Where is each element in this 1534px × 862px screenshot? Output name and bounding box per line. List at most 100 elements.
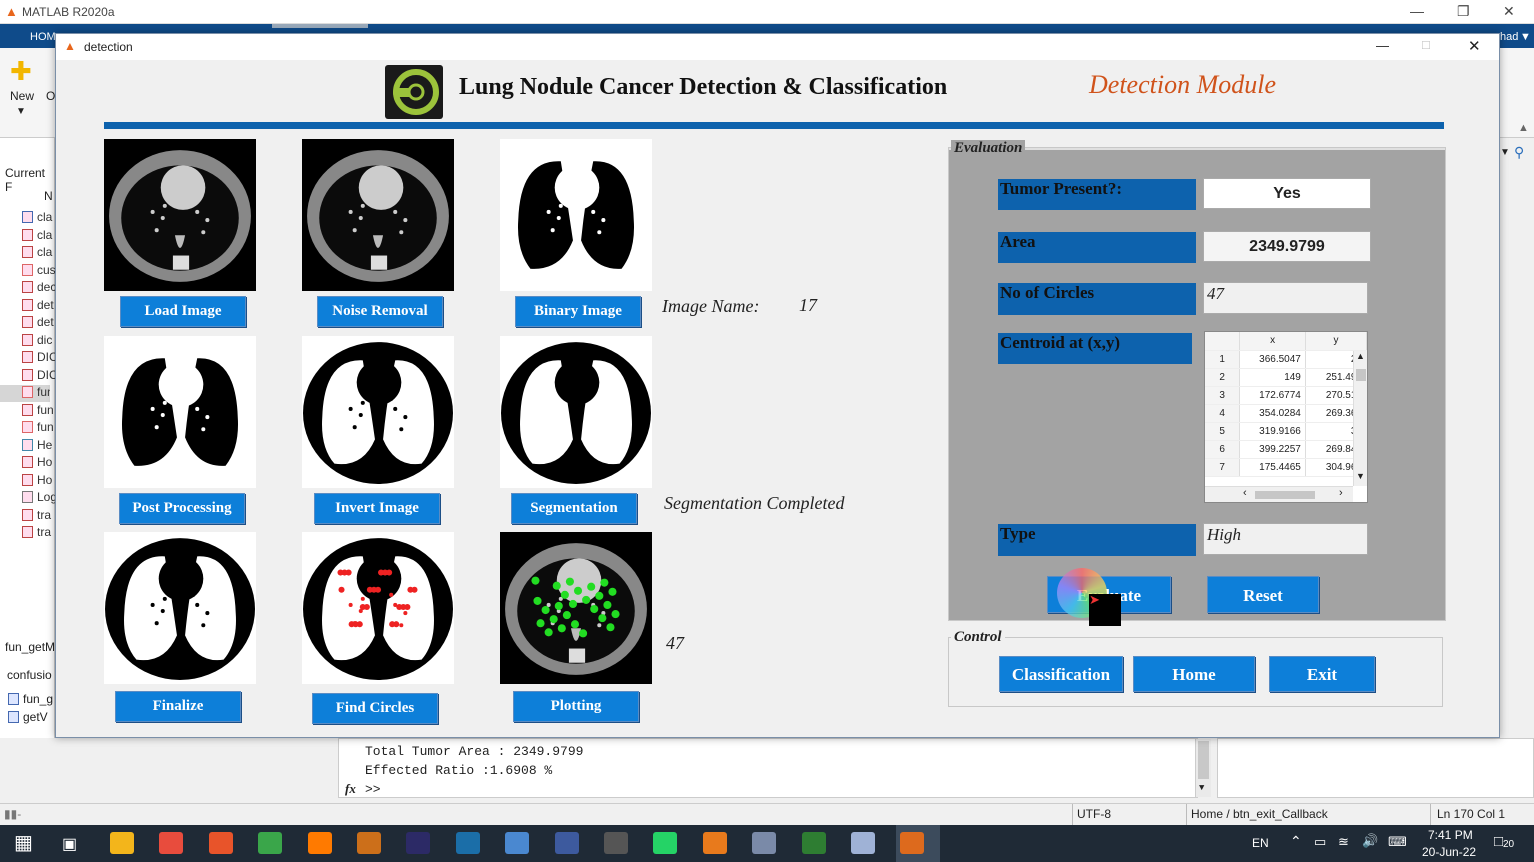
- file-name: dec: [37, 280, 57, 294]
- firefox-icon[interactable]: [307, 832, 332, 854]
- new-dropdown-icon[interactable]: ▼: [16, 106, 26, 117]
- minimize-icon[interactable]: —: [1410, 3, 1424, 19]
- scroll-left-icon[interactable]: ‹: [1243, 487, 1247, 499]
- keyboard-icon[interactable]: ⌨: [1388, 834, 1407, 850]
- table-row[interactable]: 6 399.2257 269.844: [1205, 440, 1367, 459]
- details-tab[interactable]: fun_getM: [5, 640, 55, 654]
- exit-button[interactable]: Exit: [1269, 656, 1375, 692]
- open-button[interactable]: O: [46, 89, 55, 103]
- command-prompt[interactable]: >>: [365, 782, 381, 797]
- cell-x[interactable]: 366.5047: [1239, 350, 1306, 369]
- scroll-thumb[interactable]: [1198, 741, 1209, 779]
- devcpp-icon[interactable]: [554, 832, 579, 854]
- noise-removal-button[interactable]: Noise Removal: [317, 296, 443, 327]
- battery-icon[interactable]: ▭: [1314, 834, 1326, 850]
- matlab-taskbar-icon[interactable]: [702, 832, 727, 854]
- restore-icon[interactable]: ❐: [1457, 3, 1470, 20]
- file-icon: [22, 473, 33, 486]
- media-icon[interactable]: [604, 832, 628, 854]
- premiere-icon[interactable]: [406, 832, 431, 854]
- type-value[interactable]: High: [1203, 523, 1368, 555]
- centroid-table[interactable]: x y 1366.5047292149251.4933172.6774270.5…: [1204, 331, 1368, 503]
- home-button[interactable]: Home: [1133, 656, 1255, 692]
- load-image-button[interactable]: Load Image: [120, 296, 246, 327]
- find-circles-button[interactable]: Find Circles: [312, 693, 438, 724]
- app-icon[interactable]: [752, 832, 777, 854]
- file-explorer-icon[interactable]: [110, 832, 134, 854]
- cell-x[interactable]: 354.0284: [1239, 404, 1306, 423]
- cell-x[interactable]: 319.9166: [1239, 422, 1306, 441]
- table-horizontal-scrollbar[interactable]: ‹ ›: [1205, 486, 1353, 502]
- tumor-present-value[interactable]: Yes: [1203, 178, 1371, 209]
- classification-button[interactable]: Classification: [999, 656, 1123, 692]
- user-dropdown-icon[interactable]: ▼: [1520, 31, 1531, 43]
- path-dropdown-icon[interactable]: ▼: [1500, 147, 1510, 158]
- reset-button[interactable]: Reset: [1207, 576, 1319, 613]
- scroll-down-icon[interactable]: ▼: [1356, 471, 1365, 481]
- matlab-logo-icon: ▲: [5, 4, 18, 19]
- binary-image-button[interactable]: Binary Image: [515, 296, 641, 327]
- notification-icon[interactable]: □: [1494, 833, 1503, 850]
- table-row[interactable]: 1366.504729: [1205, 350, 1367, 369]
- table-row[interactable]: 4 354.0284 269.369: [1205, 404, 1367, 423]
- cell-x[interactable]: 172.6774: [1239, 386, 1306, 405]
- language-indicator[interactable]: EN: [1252, 836, 1269, 850]
- load-image-axes: [104, 139, 256, 291]
- search-icon[interactable]: ⚲: [1514, 144, 1524, 161]
- table-row[interactable]: 2 149 251.493: [1205, 368, 1367, 387]
- whatsapp-icon[interactable]: [653, 832, 678, 854]
- cell-x[interactable]: 175.4465: [1239, 458, 1306, 477]
- control-title: Control: [951, 629, 1005, 646]
- clock-time[interactable]: 7:41 PM: [1428, 828, 1473, 842]
- file-item[interactable]: fun: [0, 385, 50, 402]
- plotting-button[interactable]: Plotting: [513, 691, 639, 722]
- cell-x[interactable]: 149: [1239, 368, 1306, 387]
- new-plus-icon[interactable]: ✚: [10, 56, 32, 87]
- tab-home[interactable]: HOM: [30, 31, 56, 43]
- notepad-icon[interactable]: [851, 832, 875, 854]
- figure-maximize-icon[interactable]: □: [1422, 37, 1430, 52]
- column-header-y[interactable]: y: [1305, 332, 1367, 351]
- workspace-item[interactable]: getV: [8, 710, 48, 724]
- column-header-x[interactable]: x: [1239, 332, 1306, 351]
- circles-value[interactable]: 47: [1203, 282, 1368, 314]
- illustrator-icon[interactable]: [357, 832, 381, 854]
- cell-x[interactable]: 399.2257: [1239, 440, 1306, 459]
- scroll-down-icon[interactable]: ▼: [1199, 783, 1204, 793]
- volume-icon[interactable]: 🔊: [1362, 833, 1378, 849]
- tray-chevron-icon[interactable]: ⌃: [1290, 833, 1302, 850]
- collapse-icon[interactable]: ▲: [1518, 122, 1529, 134]
- table-row[interactable]: 7 175.4465 304.969: [1205, 458, 1367, 477]
- wifi-icon[interactable]: ≊: [1338, 834, 1349, 850]
- git-icon[interactable]: [159, 832, 184, 854]
- pycharm-icon[interactable]: [801, 832, 826, 854]
- invert-image-button[interactable]: Invert Image: [314, 493, 440, 524]
- command-window[interactable]: Total Tumor Area : 2349.9799 Effected Ra…: [338, 738, 1211, 798]
- segmentation-button[interactable]: Segmentation: [511, 493, 637, 524]
- table-vertical-scrollbar[interactable]: ▲ ▼: [1353, 351, 1367, 486]
- scroll-up-icon[interactable]: ▲: [1356, 351, 1365, 361]
- scroll-right-icon[interactable]: ›: [1339, 487, 1343, 499]
- chrome-icon[interactable]: [258, 832, 283, 854]
- figure-close-icon[interactable]: ✕: [1468, 37, 1481, 55]
- finalize-button[interactable]: Finalize: [115, 691, 241, 722]
- close-icon[interactable]: ✕: [1503, 3, 1515, 20]
- table-row[interactable]: 3 172.6774 270.510: [1205, 386, 1367, 405]
- teams-icon[interactable]: [505, 832, 530, 854]
- fx-icon[interactable]: fx: [345, 781, 356, 797]
- new-button[interactable]: New: [10, 89, 34, 103]
- area-value[interactable]: 2349.9799: [1203, 231, 1371, 262]
- figure-minimize-icon[interactable]: —: [1376, 38, 1389, 53]
- h-scroll-thumb[interactable]: [1255, 491, 1315, 499]
- matlab-active-icon[interactable]: [900, 832, 925, 854]
- scroll-thumb[interactable]: [1356, 369, 1366, 381]
- workspace-item[interactable]: fun_g: [8, 692, 53, 706]
- clock-date[interactable]: 20-Jun-22: [1422, 845, 1476, 859]
- table-row[interactable]: 5319.916630: [1205, 422, 1367, 441]
- command-scrollbar[interactable]: ▼: [1195, 739, 1211, 797]
- name-column-header[interactable]: N: [44, 189, 53, 203]
- user-menu[interactable]: had: [1500, 31, 1518, 43]
- photoshop-icon[interactable]: [455, 832, 480, 854]
- office-icon[interactable]: [208, 832, 233, 854]
- post-processing-button[interactable]: Post Processing: [119, 493, 245, 524]
